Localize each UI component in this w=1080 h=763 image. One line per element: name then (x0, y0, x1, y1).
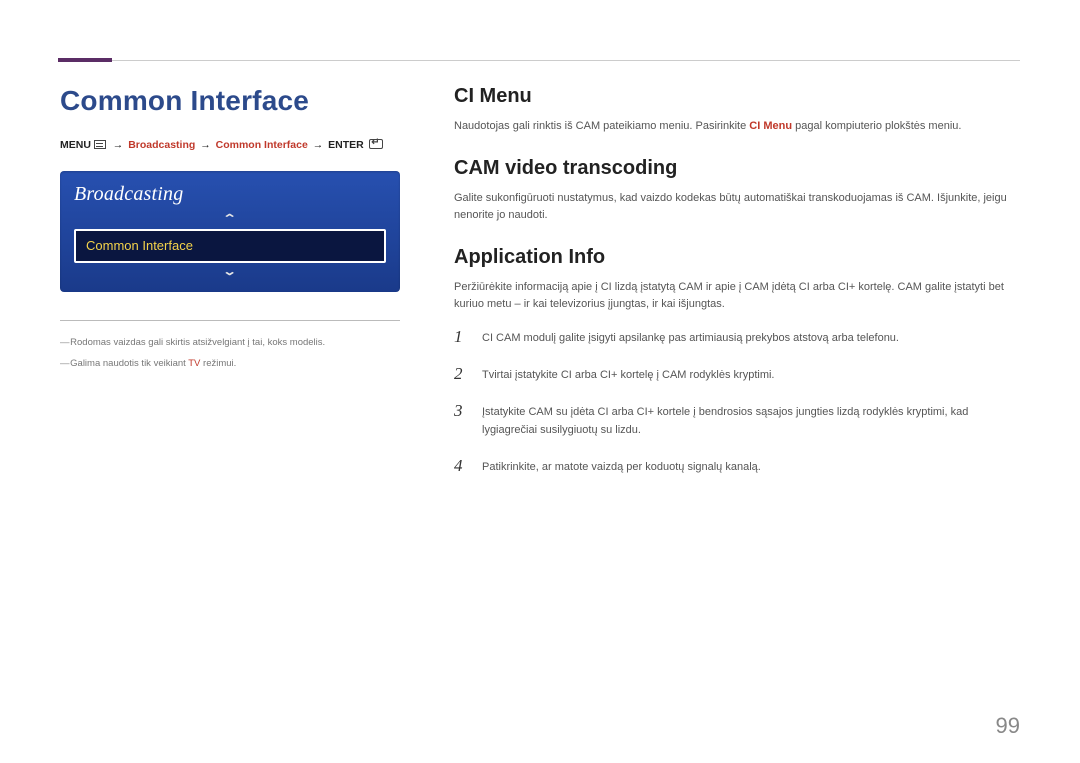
top-rule-accent (60, 60, 1020, 61)
paragraph-cam-video-transcoding: Galite sukonfigūruoti nustatymus, kad va… (454, 190, 1020, 224)
breadcrumb-step-broadcasting: Broadcasting (128, 139, 195, 151)
arrow-icon: → (113, 139, 124, 151)
step-item: 4 Patikrinkite, ar matote vaizdą per kod… (454, 456, 1020, 477)
step-number: 2 (454, 364, 468, 384)
breadcrumb-menu-label: MENU (60, 139, 91, 151)
breadcrumb-enter-label: ENTER (328, 139, 364, 151)
right-column: CI Menu Naudotojas gali rinktis iš CAM p… (454, 85, 1020, 493)
divider (60, 320, 400, 321)
step-number: 3 (454, 401, 468, 421)
ordered-steps: 1 CI CAM modulį galite įsigyti apsilankę… (454, 327, 1020, 476)
osd-selected-item: Common Interface (74, 229, 386, 263)
paragraph-red: CI Menu (749, 120, 792, 132)
menu-icon (94, 140, 106, 149)
step-item: 3 Įstatykite CAM su įdėta CI arba CI+ ko… (454, 401, 1020, 440)
step-item: 1 CI CAM modulį galite įsigyti apsilankę… (454, 327, 1020, 348)
heading-cam-video-transcoding: CAM video transcoding (454, 157, 1020, 180)
chevron-down-icon (74, 267, 386, 278)
breadcrumb-step-common-interface: Common Interface (216, 139, 308, 151)
menu-breadcrumb: MENU → Broadcasting → Common Interface →… (60, 139, 400, 151)
step-text: Įstatykite CAM su įdėta CI arba CI+ kort… (482, 401, 1020, 440)
footnote-model: Rodomas vaizdas gali skirtis atsižvelgia… (60, 335, 400, 350)
step-text: Patikrinkite, ar matote vaizdą per koduo… (482, 456, 1020, 477)
footnote-red: TV (188, 358, 200, 369)
step-number: 1 (454, 327, 468, 347)
heading-ci-menu: CI Menu (454, 85, 1020, 108)
step-text: CI CAM modulį galite įsigyti apsilankę p… (482, 327, 1020, 348)
arrow-icon: → (200, 139, 211, 151)
heading-application-info: Application Info (454, 246, 1020, 269)
step-item: 2 Tvirtai įstatykite CI arba CI+ kortelę… (454, 364, 1020, 385)
chevron-up-icon (74, 214, 386, 225)
osd-item-label: Common Interface (86, 238, 193, 253)
step-number: 4 (454, 456, 468, 476)
osd-panel: Broadcasting Common Interface (60, 171, 400, 292)
left-column: Common Interface MENU → Broadcasting → C… (60, 85, 400, 493)
paragraph-ci-menu: Naudotojas gali rinktis iš CAM pateikiam… (454, 118, 1020, 135)
paragraph-text: pagal kompiuterio plokštės meniu. (792, 120, 961, 132)
footnote-tv-mode: Galima naudotis tik veikiant TV režimui. (60, 356, 400, 371)
paragraph-text: Naudotojas gali rinktis iš CAM pateikiam… (454, 120, 749, 132)
osd-panel-title: Broadcasting (74, 183, 386, 206)
two-column-layout: Common Interface MENU → Broadcasting → C… (60, 85, 1020, 493)
page-number: 99 (996, 713, 1020, 739)
footnote-text: Galima naudotis tik veikiant (70, 358, 188, 369)
arrow-icon: → (313, 139, 324, 151)
enter-icon (369, 139, 383, 149)
step-text: Tvirtai įstatykite CI arba CI+ kortelę į… (482, 364, 1020, 385)
document-page: Common Interface MENU → Broadcasting → C… (0, 0, 1080, 493)
page-title: Common Interface (60, 85, 400, 117)
footnote-text: režimui. (200, 358, 236, 369)
paragraph-application-info: Peržiūrėkite informaciją apie į CI lizdą… (454, 279, 1020, 313)
